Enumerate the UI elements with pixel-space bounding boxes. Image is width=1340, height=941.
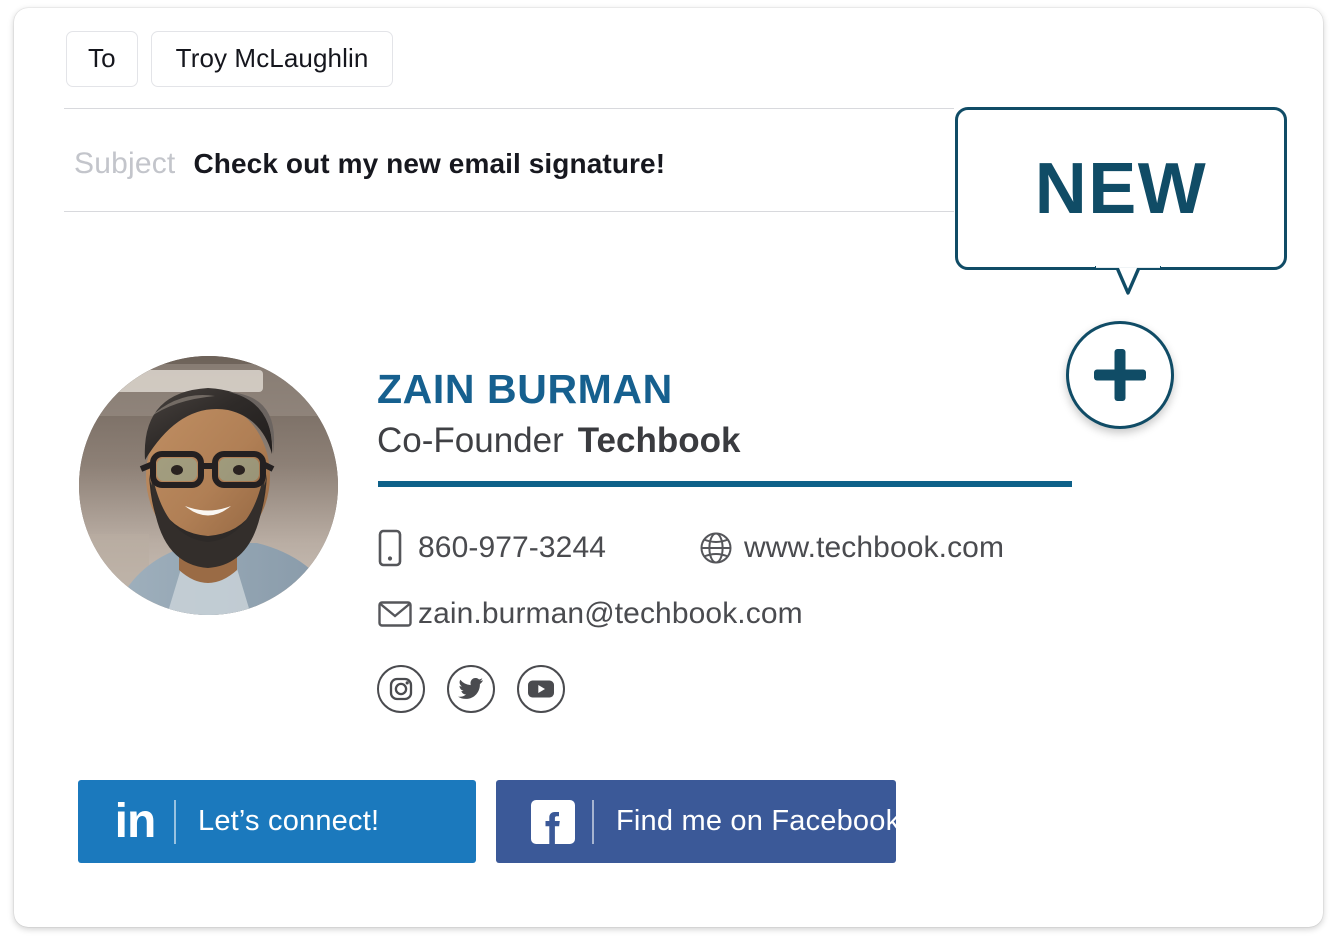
callout-pointer — [1093, 264, 1163, 300]
twitter-icon[interactable] — [447, 665, 495, 713]
envelope-icon — [378, 601, 418, 627]
avatar — [79, 356, 338, 615]
signature-company: Techbook — [577, 421, 741, 460]
cta-divider — [592, 799, 594, 844]
mobile-phone-icon — [378, 529, 418, 567]
email-address: zain.burman@techbook.com — [418, 597, 803, 630]
contact-email[interactable]: zain.burman@techbook.com — [378, 597, 803, 631]
to-label-chip[interactable]: To — [66, 31, 138, 87]
linkedin-icon: in — [114, 794, 157, 848]
contact-row: 860-977-3244 www.techbook.com — [378, 522, 1078, 574]
linkedin-connect-button[interactable]: in Let’s connect! — [78, 780, 476, 863]
signature-divider-rule — [378, 481, 1072, 487]
facebook-find-button[interactable]: Find me on Facebook — [496, 780, 900, 863]
facebook-button-label: Find me on Facebook — [616, 805, 901, 837]
social-icons-row — [377, 665, 565, 713]
subject-row[interactable]: Subject Check out my new email signature… — [74, 147, 665, 181]
add-signature-button[interactable] — [1066, 321, 1174, 429]
instagram-icon[interactable] — [377, 665, 425, 713]
contact-website[interactable]: www.techbook.com — [688, 531, 1004, 565]
recipient-chip[interactable]: Troy McLaughlin — [150, 31, 394, 87]
subject-input-value[interactable]: Check out my new email signature! — [193, 148, 665, 180]
signature-job-title: Co-Founder — [377, 421, 564, 460]
cta-buttons-row: in Let’s connect! Find me on Facebook — [78, 780, 900, 863]
phone-number: 860-977-3244 — [418, 531, 607, 564]
youtube-icon[interactable] — [517, 665, 565, 713]
cta-divider — [174, 799, 176, 844]
divider-below-subject — [64, 211, 954, 213]
new-badge-label: NEW — [1034, 148, 1208, 229]
screenshot-root: To Troy McLaughlin Subject Check out my … — [0, 0, 1340, 941]
subject-label: Subject — [74, 147, 176, 180]
divider-top — [64, 108, 954, 110]
signature-name: ZAIN BURMAN — [377, 366, 673, 412]
new-callout-bubble: NEW — [955, 107, 1287, 270]
signature-title-line: Co-Founder Techbook — [377, 420, 740, 462]
globe-icon — [688, 531, 744, 565]
contact-phone[interactable]: 860-977-3244 — [378, 529, 688, 567]
to-row: To Troy McLaughlin — [66, 31, 394, 87]
contact-row: zain.burman@techbook.com — [378, 588, 1078, 640]
website-url: www.techbook.com — [744, 531, 1005, 564]
linkedin-button-label: Let’s connect! — [198, 805, 380, 837]
contact-details: 860-977-3244 www.techbook.com zain.burma… — [378, 522, 1078, 640]
facebook-icon — [522, 799, 584, 845]
